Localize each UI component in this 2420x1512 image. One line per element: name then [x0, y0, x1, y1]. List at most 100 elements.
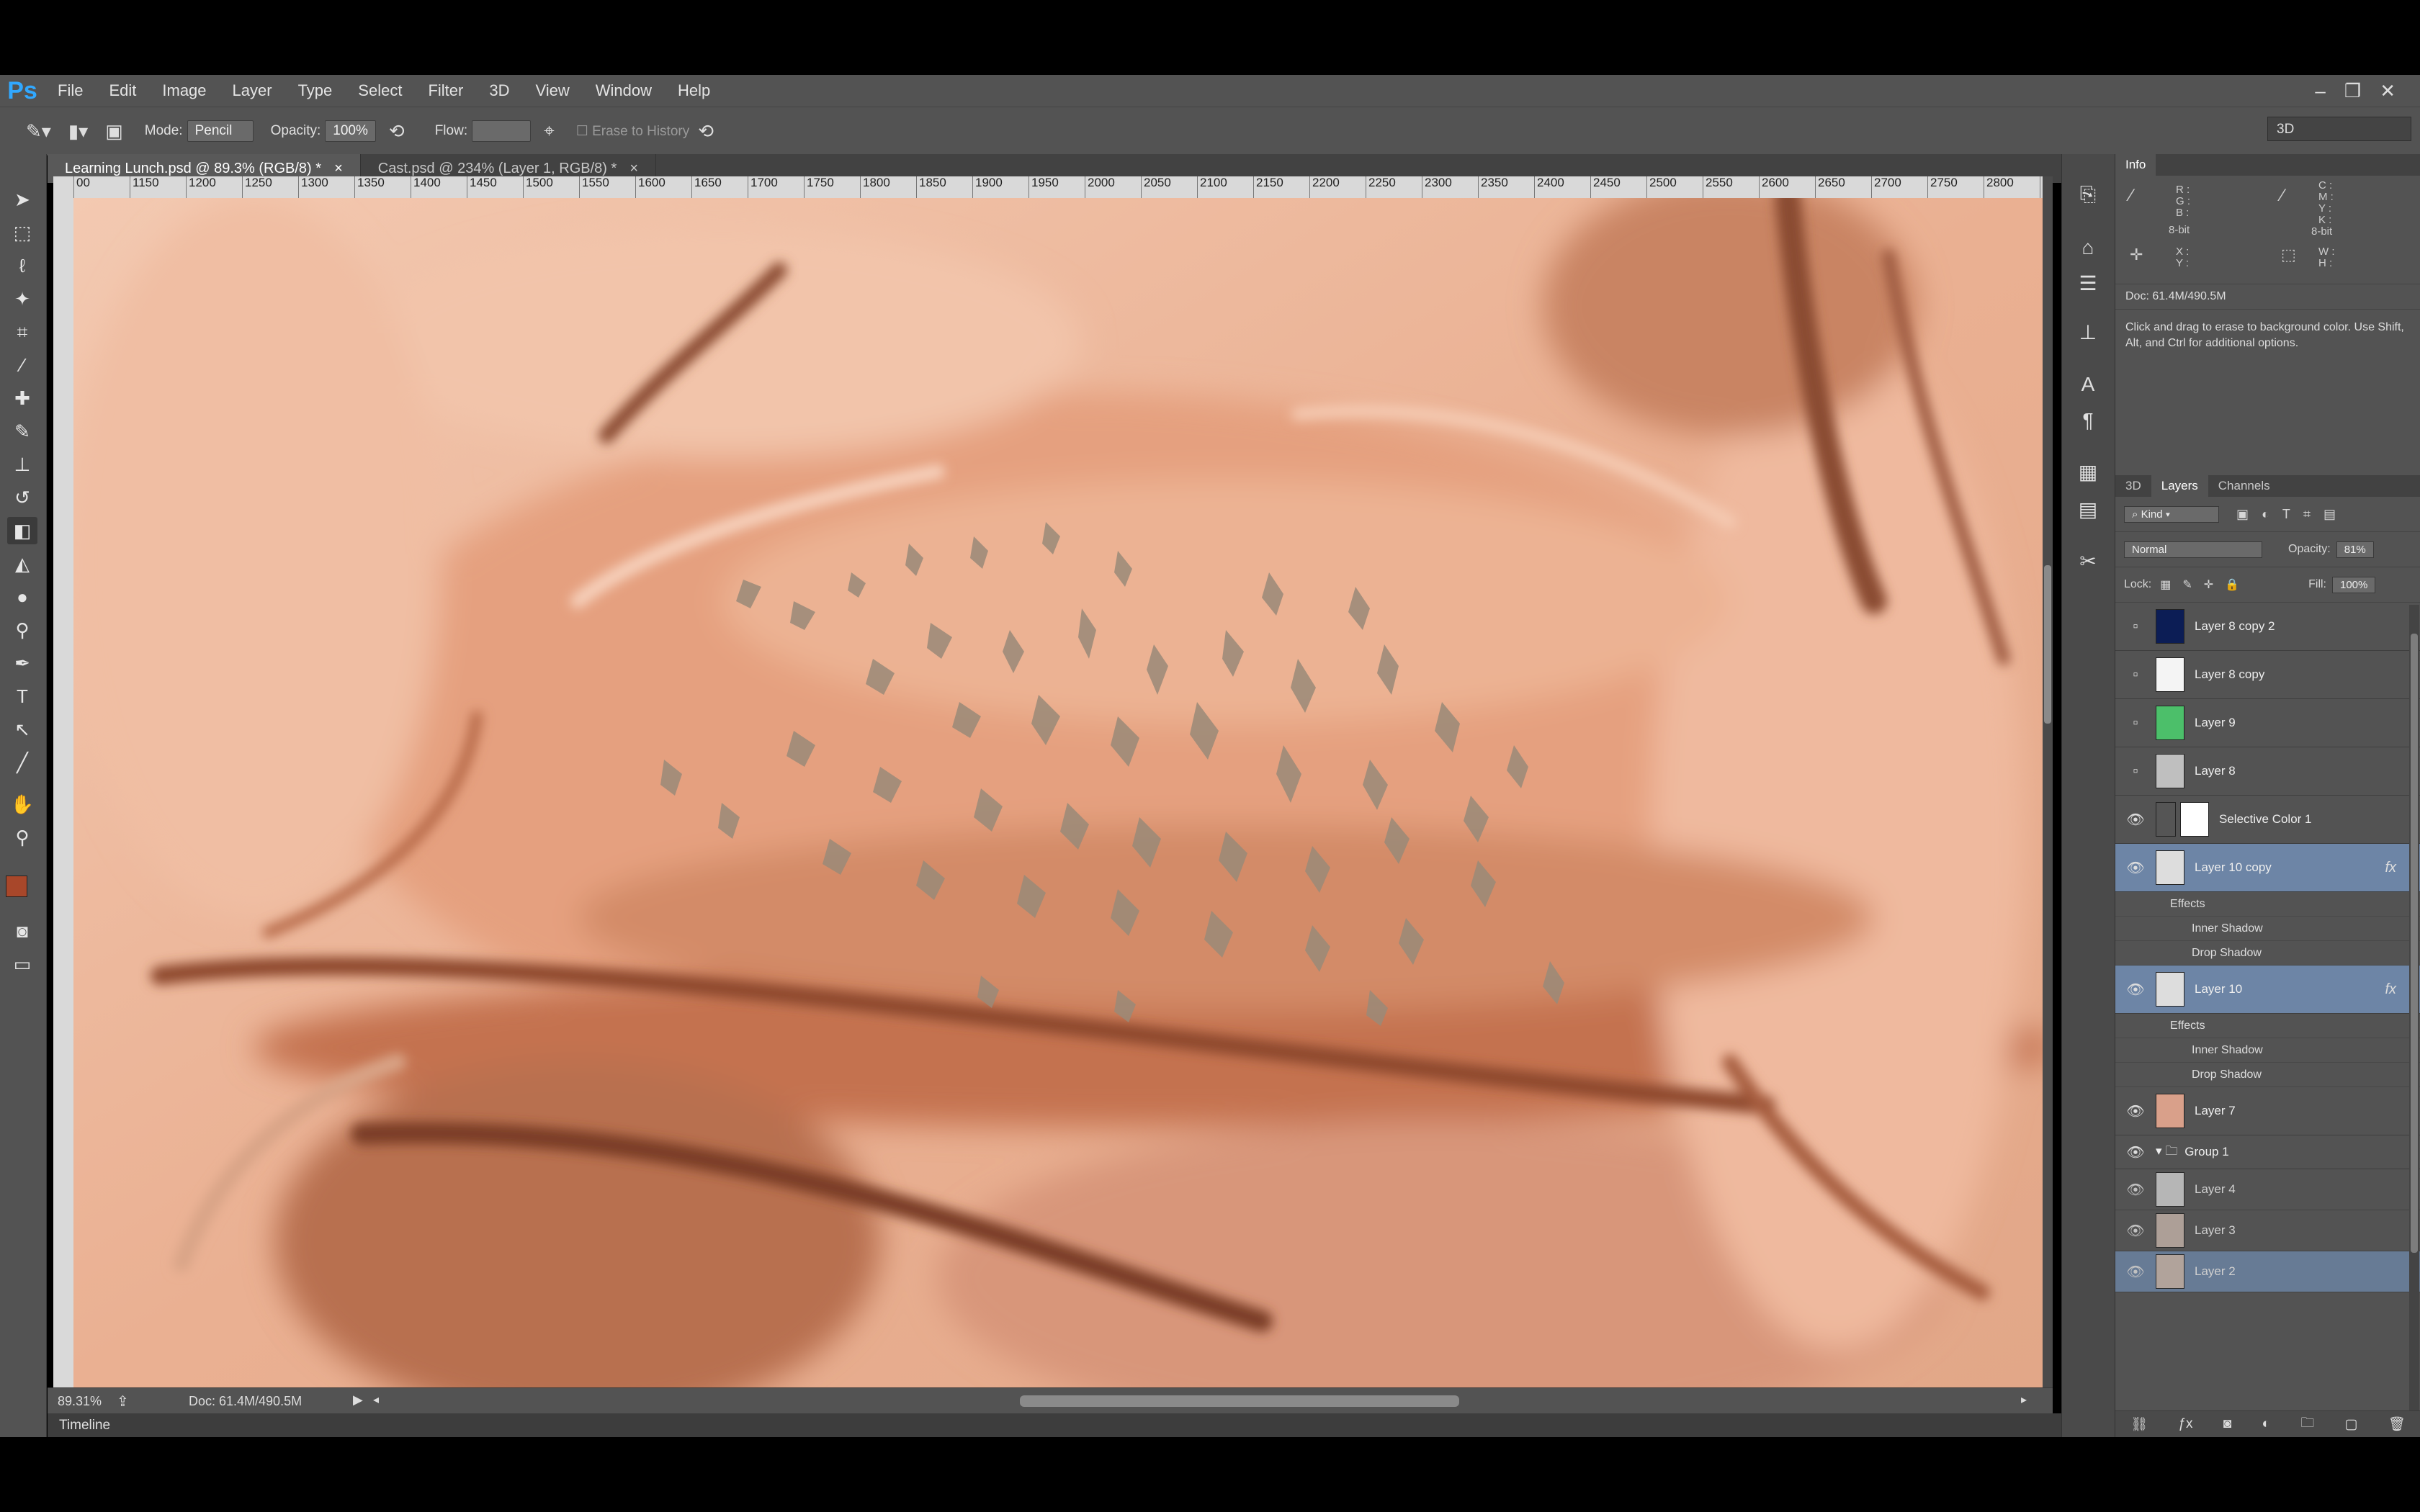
tab-layers[interactable]: Layers	[2151, 475, 2208, 497]
effects-row[interactable]: Effects	[2115, 892, 2420, 917]
menu-type[interactable]: Type	[285, 81, 346, 100]
dodge-tool-icon[interactable]: ⚲	[7, 616, 37, 644]
brush-presets-icon[interactable]: ⌂	[2072, 233, 2104, 262]
scroll-left-icon[interactable]: ◂	[373, 1392, 379, 1407]
styles-icon[interactable]: ▤	[2072, 495, 2104, 524]
history-brush-icon[interactable]: ↺	[7, 484, 37, 511]
layer-row[interactable]: 👁 Layer 10 fx	[2115, 966, 2420, 1014]
menu-select[interactable]: Select	[345, 81, 415, 100]
brush-panel-icon[interactable]: ▣	[105, 120, 123, 143]
pressure-size-icon[interactable]: ⟲	[698, 120, 714, 143]
add-mask-icon[interactable]: ◙	[2223, 1416, 2231, 1432]
menu-edit[interactable]: Edit	[96, 81, 149, 100]
zoom-level[interactable]: 89.31%	[58, 1394, 102, 1409]
layer-row[interactable]: ▫ Layer 8 copy 2	[2115, 603, 2420, 651]
tab-info[interactable]: Info	[2115, 154, 2156, 176]
visibility-toggle[interactable]: ▫	[2115, 715, 2156, 732]
layer-row[interactable]: 👁 Layer 10 copy fx	[2115, 844, 2420, 892]
layer-row[interactable]: ▫ Layer 9	[2115, 699, 2420, 747]
line-tool-icon[interactable]: ╱	[7, 749, 37, 776]
marquee-tool-icon[interactable]: ⬚	[7, 219, 37, 246]
pressure-opacity-icon[interactable]: ⟲	[389, 120, 405, 143]
fill-field[interactable]: 100%	[2332, 576, 2376, 593]
character-panel-icon[interactable]: A	[2072, 370, 2104, 399]
layers-scrollbar[interactable]	[2409, 605, 2419, 1411]
eye-icon[interactable]: 👁	[2115, 1181, 2156, 1199]
zoom-tool-icon[interactable]: ⚲	[7, 824, 37, 851]
menu-3d[interactable]: 3D	[476, 81, 522, 100]
effect-drop-shadow[interactable]: Drop Shadow	[2115, 941, 2420, 966]
new-adjustment-icon[interactable]: ◐	[2262, 1416, 2270, 1432]
menu-file[interactable]: File	[45, 81, 96, 100]
effect-inner-shadow[interactable]: Inner Shadow	[2115, 1038, 2420, 1063]
filter-kind-select[interactable]: ⌕ Kind ▾	[2124, 505, 2219, 523]
scroll-right-icon[interactable]: ▸	[2021, 1392, 2027, 1407]
menu-filter[interactable]: Filter	[415, 81, 476, 100]
eye-icon[interactable]: 👁	[2115, 1102, 2156, 1120]
close-icon[interactable]: ✕	[2380, 80, 2396, 102]
fx-icon[interactable]: fx	[2385, 981, 2396, 998]
visibility-toggle[interactable]: ▫	[2115, 667, 2156, 683]
tab-3d[interactable]: 3D	[2115, 475, 2151, 497]
erase-to-history-checkbox[interactable]: ☐ Erase to History	[576, 123, 689, 140]
airbrush-icon[interactable]: ⌖	[544, 120, 555, 143]
brush-tool-icon[interactable]: ✎	[7, 418, 37, 445]
menu-image[interactable]: Image	[149, 81, 219, 100]
crop-tool-icon[interactable]: ⌗	[7, 318, 37, 346]
effects-row[interactable]: Effects	[2115, 1014, 2420, 1038]
layer-row[interactable]: 👁 Layer 4	[2115, 1169, 2420, 1210]
workspace-select[interactable]: 3D	[2267, 117, 2411, 141]
eye-icon[interactable]: 👁	[2115, 1143, 2156, 1161]
eye-icon[interactable]: 👁	[2115, 981, 2156, 999]
flow-field[interactable]	[472, 120, 532, 142]
canvas-horizontal-scrollbar[interactable]	[1020, 1395, 1459, 1407]
blur-tool-icon[interactable]: ●	[7, 583, 37, 611]
menu-window[interactable]: Window	[583, 81, 665, 100]
eraser-preset-icon[interactable]: ✎▾	[26, 120, 51, 143]
hand-tool-icon[interactable]: ✋	[7, 791, 37, 818]
link-layers-icon[interactable]: ⛓	[2130, 1416, 2148, 1433]
adjustments-icon[interactable]: ☰	[2072, 269, 2104, 298]
eye-icon[interactable]: 👁	[2115, 859, 2156, 877]
layer-opacity-field[interactable]: 81%	[2336, 541, 2374, 558]
foreground-color-swatch[interactable]	[6, 876, 27, 897]
paint-bucket-icon[interactable]: ◭	[7, 550, 37, 577]
layer-row[interactable]: 👁 Layer 3	[2115, 1210, 2420, 1251]
tab-channels[interactable]: Channels	[2208, 475, 2280, 497]
document-canvas[interactable]	[73, 198, 2043, 1387]
menu-view[interactable]: View	[522, 81, 582, 100]
pen-tool-icon[interactable]: ✒	[7, 649, 37, 677]
menu-help[interactable]: Help	[665, 81, 723, 100]
export-icon[interactable]: ⇪	[117, 1392, 129, 1410]
eye-icon[interactable]: 👁	[2115, 1263, 2156, 1281]
layer-row[interactable]: 👁 Layer 2	[2115, 1251, 2420, 1292]
new-layer-icon[interactable]: ▢	[2344, 1416, 2357, 1433]
eyedropper-icon[interactable]: ⁄	[7, 351, 37, 379]
brush-size-icon[interactable]: ▮▾	[68, 120, 88, 143]
scroll-thumb[interactable]	[2044, 565, 2051, 724]
path-selection-icon[interactable]: ↖	[7, 716, 37, 743]
tool-presets-icon[interactable]: ✂	[2072, 547, 2104, 576]
opacity-field[interactable]: 100%	[325, 120, 376, 142]
visibility-toggle[interactable]: ▫	[2115, 618, 2156, 635]
effect-drop-shadow[interactable]: Drop Shadow	[2115, 1063, 2420, 1087]
status-menu-arrow-icon[interactable]: ▶	[353, 1392, 363, 1408]
quick-mask-icon[interactable]: ◙	[7, 917, 37, 945]
filter-type-icons[interactable]: ▣◐T⌗▤	[2236, 507, 2349, 522]
mode-select[interactable]: Pencil	[187, 120, 254, 142]
new-group-icon[interactable]: 🗀	[2300, 1413, 2314, 1436]
add-style-icon[interactable]: ƒx	[2178, 1416, 2192, 1432]
group-row[interactable]: 👁 ▾ 🗀 Group 1	[2115, 1135, 2420, 1169]
clone-stamp-icon[interactable]: ⊥	[7, 451, 37, 478]
healing-brush-icon[interactable]: ✚	[7, 384, 37, 412]
eye-icon[interactable]: 👁	[2115, 811, 2156, 829]
scroll-thumb[interactable]	[2411, 634, 2418, 1253]
type-tool-icon[interactable]: T	[7, 683, 37, 710]
layer-row[interactable]: 👁 Selective Color 1	[2115, 796, 2420, 844]
move-tool-icon[interactable]: ➤	[7, 186, 37, 213]
screen-mode-icon[interactable]: ▭	[7, 950, 37, 978]
canvas-vertical-scrollbar[interactable]	[2043, 176, 2053, 1387]
eraser-tool-icon[interactable]: ◧	[7, 517, 37, 544]
timeline-panel[interactable]: Timeline	[48, 1413, 2110, 1437]
layer-row[interactable]: ▫ Layer 8	[2115, 747, 2420, 796]
